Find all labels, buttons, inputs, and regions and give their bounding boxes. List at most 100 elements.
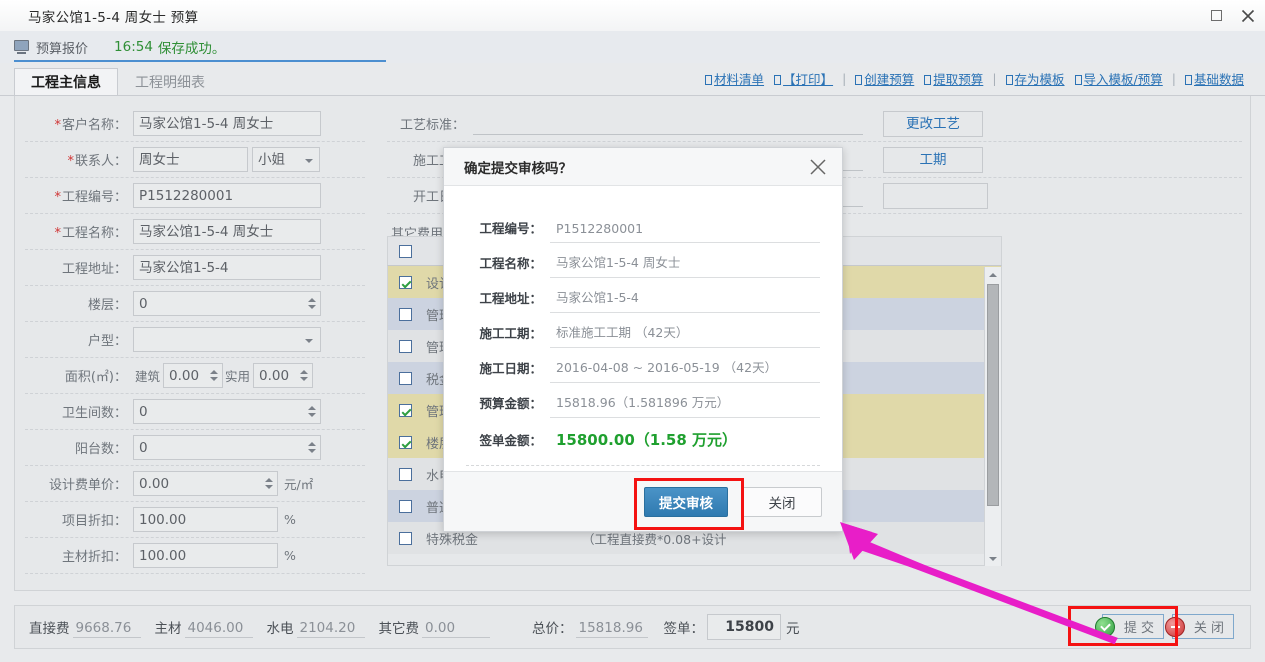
scrollbar-thumb[interactable] xyxy=(987,284,999,506)
close-icon[interactable] xyxy=(1239,7,1257,25)
field-row-balcony-count: 阳台数： 0 xyxy=(25,430,365,466)
usable-area-stepper[interactable]: 0.00 xyxy=(253,363,313,388)
caret-down-icon xyxy=(210,377,218,381)
dialog-total-label: 签单金额： xyxy=(466,430,550,453)
label-material-discount: 主材折扣： xyxy=(25,546,133,565)
tab-main-info[interactable]: 工程主信息 xyxy=(14,68,118,96)
field-row-area: 面积(㎡)： 建筑 0.00 实用 0.00 xyxy=(25,358,365,394)
summary-label: 水电 xyxy=(267,617,294,638)
header-select-all[interactable] xyxy=(388,245,422,258)
usable-area-value: 0.00 xyxy=(259,368,289,384)
project-code-input[interactable]: P1512280001 xyxy=(133,183,321,208)
row-checkbox[interactable] xyxy=(399,468,412,481)
summary-label: 总价： xyxy=(532,617,573,638)
design-unit-price-value: 0.00 xyxy=(139,476,169,492)
application-window: 马家公馆1-5-4 周女士 预算 预算报价 16:54 保存成功。 材料清单 【… xyxy=(0,0,1265,662)
row-checkbox[interactable] xyxy=(399,500,412,513)
balcony-count-value: 0 xyxy=(139,440,148,456)
green-check-circle-icon xyxy=(1095,617,1115,637)
submit-button[interactable]: 提 交 xyxy=(1102,614,1164,639)
dialog-field-label: 工程编号： xyxy=(466,218,550,243)
floor-stepper[interactable]: 0 xyxy=(133,291,321,316)
stepper-arrows[interactable] xyxy=(265,472,274,495)
caret-up-icon xyxy=(300,370,308,374)
built-area-stepper[interactable]: 0.00 xyxy=(163,363,223,388)
caret-down-icon xyxy=(265,485,273,489)
scroll-up-icon[interactable] xyxy=(985,267,1001,282)
dialog-cancel-button[interactable]: 关闭 xyxy=(742,487,822,517)
project-discount-input[interactable]: 100.00 xyxy=(133,507,278,532)
row-checkbox[interactable] xyxy=(399,436,412,449)
craft-standard-input[interactable] xyxy=(473,112,863,135)
caret-up-icon xyxy=(265,478,273,482)
table-vertical-scrollbar[interactable] xyxy=(984,267,1001,566)
field-row-design-unit-price: 设计费单价： 0.00 元/㎡ xyxy=(25,466,365,502)
label-bathroom-count: 卫生间数： xyxy=(25,402,133,421)
label-customer-name: *客户名称： xyxy=(25,114,133,133)
field-row-bathroom-count: 卫生间数： 0 xyxy=(25,394,365,430)
stepper-arrows[interactable] xyxy=(300,364,309,387)
stepper-arrows[interactable] xyxy=(308,292,317,315)
field-row-material-discount: 主材折扣： 100.00 % xyxy=(25,538,365,574)
house-type-select[interactable] xyxy=(133,327,321,352)
dialog-field-value: 马家公馆1-5-4 周女士 xyxy=(550,252,820,278)
project-address-input[interactable]: 马家公馆1-5-4 xyxy=(133,255,321,280)
stepper-arrows[interactable] xyxy=(308,436,317,459)
unit-project-discount: % xyxy=(284,512,296,527)
field-row-project-code: *工程编号： P1512280001 xyxy=(25,178,365,214)
change-craft-button[interactable]: 更改工艺 xyxy=(883,111,983,137)
period-button[interactable]: 工期 xyxy=(883,147,983,173)
unit-design-price: 元/㎡ xyxy=(284,474,313,493)
tab-detail-table[interactable]: 工程明细表 xyxy=(118,68,222,96)
row-checkbox[interactable] xyxy=(399,340,412,353)
row-checkbox[interactable] xyxy=(399,404,412,417)
label-project-name: *工程名称： xyxy=(25,222,133,241)
dialog-total-value: 15800.00（1.58 万元） xyxy=(550,429,820,453)
label-project-address: 工程地址： xyxy=(25,258,133,277)
caret-up-icon xyxy=(308,298,316,302)
built-area-value: 0.00 xyxy=(169,368,199,384)
dialog-confirm-button[interactable]: 提交审核 xyxy=(644,487,728,517)
scroll-down-icon[interactable] xyxy=(985,551,1001,566)
sign-amount-input[interactable]: 15800 xyxy=(707,614,781,640)
summary-value: 4046.00 xyxy=(185,620,253,638)
status-time: 16:54 xyxy=(114,39,153,55)
field-row-craft-standard: 工艺标准： 更改工艺 xyxy=(387,106,1242,142)
dialog-field-construction-date: 施工日期： 2016-04-08 ~ 2016-05-19 （42天） xyxy=(466,348,820,383)
bottom-action-buttons: 提 交 关 闭 xyxy=(1102,614,1234,639)
row-checkbox[interactable] xyxy=(399,276,412,289)
row-checkbox[interactable] xyxy=(399,372,412,385)
caret-down-icon xyxy=(300,377,308,381)
dialog-field-value: P1512280001 xyxy=(550,221,820,243)
close-button-label: 关 闭 xyxy=(1194,617,1224,636)
caret-down-icon xyxy=(308,305,316,309)
restore-icon[interactable] xyxy=(1207,7,1225,25)
stepper-arrows[interactable] xyxy=(308,400,317,423)
bathroom-count-stepper[interactable]: 0 xyxy=(133,399,321,424)
stepper-arrows[interactable] xyxy=(210,364,219,387)
contact-title-select[interactable]: 小姐 xyxy=(252,147,320,172)
close-button[interactable]: 关 闭 xyxy=(1172,614,1234,639)
caret-up-icon xyxy=(308,442,316,446)
dialog-close-icon[interactable] xyxy=(808,157,828,177)
summary-value: 0.00 xyxy=(422,620,490,638)
project-name-input[interactable]: 马家公馆1-5-4 周女士 xyxy=(133,219,321,244)
dialog-header: 确定提交审核吗？ xyxy=(444,148,842,186)
start-date-extra-field[interactable] xyxy=(883,183,988,209)
dialog-field-construction-period: 施工工期： 标准施工工期 （42天） xyxy=(466,313,820,348)
caret-down-icon xyxy=(308,449,316,453)
label-contact: *联系人： xyxy=(25,150,133,169)
contact-name-input[interactable]: 周女士 xyxy=(133,147,248,172)
dialog-title: 确定提交审核吗？ xyxy=(464,157,572,177)
balcony-count-stepper[interactable]: 0 xyxy=(133,435,321,460)
customer-name-input[interactable]: 马家公馆1-5-4 周女士 xyxy=(133,111,321,136)
row-checkbox[interactable] xyxy=(399,308,412,321)
submit-button-label: 提 交 xyxy=(1124,617,1154,636)
tab-bar: 工程主信息 工程明细表 xyxy=(0,68,1265,96)
row-checkbox[interactable] xyxy=(399,532,412,545)
design-unit-price-stepper[interactable]: 0.00 xyxy=(133,471,278,496)
checkbox-select-all[interactable] xyxy=(399,245,412,258)
bottom-summary-bar: 直接费 9668.76 主材 4046.00 水电 2104.20 其它费 0.… xyxy=(14,605,1251,649)
summary-utilities: 水电 2104.20 xyxy=(267,617,365,638)
material-discount-input[interactable]: 100.00 xyxy=(133,543,278,568)
